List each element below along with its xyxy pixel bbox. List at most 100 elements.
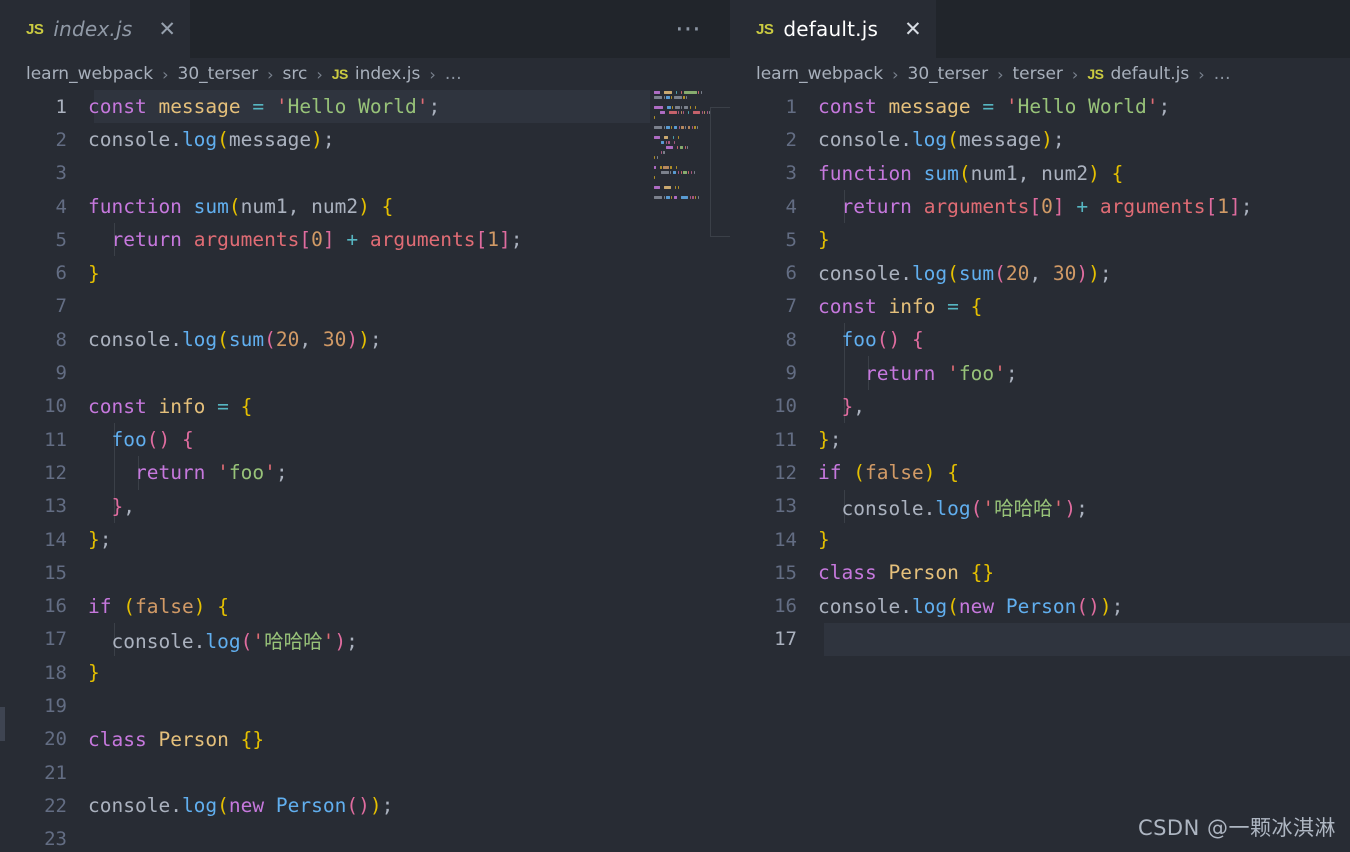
minimap-slider[interactable] [710,90,730,852]
code-line[interactable]: 1 const message = 'Hello World'; [0,90,730,124]
code-line[interactable]: 22 console.log(new Person()); [0,789,730,822]
code-line[interactable]: 14} [730,523,1350,556]
code-line[interactable]: 13 }, [0,489,730,523]
code-line[interactable]: 15 [0,556,730,589]
code-line[interactable]: 5 return arguments[0] + arguments[1]; [0,223,730,257]
code-lines-left: 1 const message = 'Hello World'; 2 console.… [0,90,730,852]
breadcrumb-file[interactable]: default.js [1110,64,1189,84]
line-number: 2 [785,128,797,151]
code-editor-right[interactable]: 1 const message = 'Hello World'; 2 console.… [730,90,1350,852]
breadcrumb-file[interactable]: index.js [355,64,421,84]
chevron-right-icon: › [162,64,169,84]
code-text: foo() { [111,428,194,452]
code-text: console.log(message); [88,128,335,152]
code-line[interactable]: 23 [0,823,730,852]
code-line[interactable]: 2 console.log(message); [0,123,730,156]
code-line[interactable]: 11}; [730,423,1350,456]
js-file-icon: JS [331,66,349,82]
code-text: foo() { [841,328,924,352]
breadcrumb-item-1[interactable]: 30_terser [908,64,989,84]
code-line[interactable]: 2 console.log(message); [730,123,1350,156]
breadcrumb-item-2[interactable]: src [283,64,308,84]
code-text: } [88,261,100,285]
code-line[interactable]: 16 if (false) { [0,589,730,622]
close-icon[interactable]: ✕ [904,19,922,40]
code-line[interactable]: 3 [0,157,730,190]
code-line[interactable]: 17 [730,622,1350,657]
code-line[interactable]: 10 }, [730,389,1350,423]
code-text: const message = 'Hello World'; [88,95,441,119]
code-line[interactable]: 10 const info = { [0,390,730,423]
code-text: console.log(sum(20, 30)); [88,328,382,352]
breadcrumb-item-0[interactable]: learn_webpack [756,64,883,84]
line-number: 4 [785,195,797,218]
code-line[interactable]: 6 console.log(sum(20, 30)); [730,256,1350,289]
tab-label: index.js [53,17,133,41]
breadcrumb-item-0[interactable]: learn_webpack [26,64,153,84]
chevron-right-icon: › [997,64,1004,84]
code-text: } [818,228,830,252]
code-line[interactable]: 18} [0,656,730,689]
chevron-right-icon: › [892,64,899,84]
code-line[interactable]: 9 [0,356,730,389]
line-number: 20 [44,728,67,751]
code-line[interactable]: 21 [0,756,730,789]
code-editor-left[interactable]: 1 const message = 'Hello World'; 2 console.… [0,90,730,852]
tab-index-js[interactable]: JS index.js ✕ [0,0,190,58]
minimap-left[interactable] [652,90,710,852]
more-actions-icon[interactable]: ⋯ [675,0,730,58]
code-text: function sum(num1, num2) { [88,195,394,219]
code-line[interactable]: 19 [0,689,730,722]
code-text: console.log(new Person()); [818,594,1124,618]
tab-label: default.js [783,17,879,41]
code-line[interactable]: 14}; [0,523,730,556]
code-line[interactable]: 13 console.log('哈哈哈'); [730,489,1350,523]
line-number: 7 [55,295,67,318]
code-line[interactable]: 17 console.log('哈哈哈'); [0,622,730,657]
code-text: } [818,528,830,551]
line-number: 11 [44,428,67,451]
line-number: 23 [44,828,67,851]
line-number: 17 [44,628,67,651]
code-line[interactable]: 7 const info = { [730,290,1350,323]
line-number: 14 [44,528,67,551]
code-text: return arguments[0] + arguments[1]; [841,195,1253,219]
editor-group-right: JS default.js ✕ learn_webpack › 30_terse… [730,0,1350,852]
chevron-right-icon: › [316,64,323,84]
code-text: return 'foo'; [134,461,288,485]
code-text: function sum(num1, num2) { [818,161,1124,185]
code-line[interactable]: 6} [0,256,730,289]
code-line[interactable]: 12 if (false) { [730,456,1350,489]
code-line[interactable]: 8 console.log(sum(20, 30)); [0,323,730,356]
code-line[interactable]: 5} [730,223,1350,256]
code-line[interactable]: 4 function sum(num1, num2) { [0,190,730,223]
line-number: 8 [55,328,67,351]
line-number: 11 [774,428,797,451]
breadcrumb-item-2[interactable]: terser [1013,64,1063,84]
tab-bar-left: JS index.js ✕ ⋯ [0,0,730,58]
line-number: 16 [774,595,797,618]
code-text: const info = { [818,294,983,318]
breadcrumb-item-1[interactable]: 30_terser [178,64,259,84]
code-line[interactable]: 1 const message = 'Hello World'; [730,90,1350,123]
code-line[interactable]: 3 function sum(num1, num2) { [730,157,1350,190]
code-line[interactable]: 4 return arguments[0] + arguments[1]; [730,189,1350,224]
code-text: class Person {} [88,727,265,751]
code-line[interactable]: 7 [0,290,730,323]
line-number: 19 [44,694,67,717]
breadcrumb-overflow[interactable]: … [1214,64,1231,84]
code-line[interactable]: 11 foo() { [0,422,730,457]
line-number: 9 [785,362,797,385]
code-line[interactable]: 20 class Person {} [0,723,730,756]
tab-default-js[interactable]: JS default.js ✕ [730,0,936,58]
line-number: 15 [44,561,67,584]
code-line[interactable]: 12 return 'foo'; [0,456,730,490]
code-line[interactable]: 9 return 'foo'; [730,356,1350,390]
breadcrumb-overflow[interactable]: … [445,64,462,84]
code-line[interactable]: 16 console.log(new Person()); [730,589,1350,622]
code-line[interactable]: 8 foo() { [730,323,1350,357]
close-icon[interactable]: ✕ [158,19,176,40]
line-number: 9 [55,362,67,385]
code-line[interactable]: 15 class Person {} [730,556,1350,589]
line-number: 8 [785,328,797,351]
